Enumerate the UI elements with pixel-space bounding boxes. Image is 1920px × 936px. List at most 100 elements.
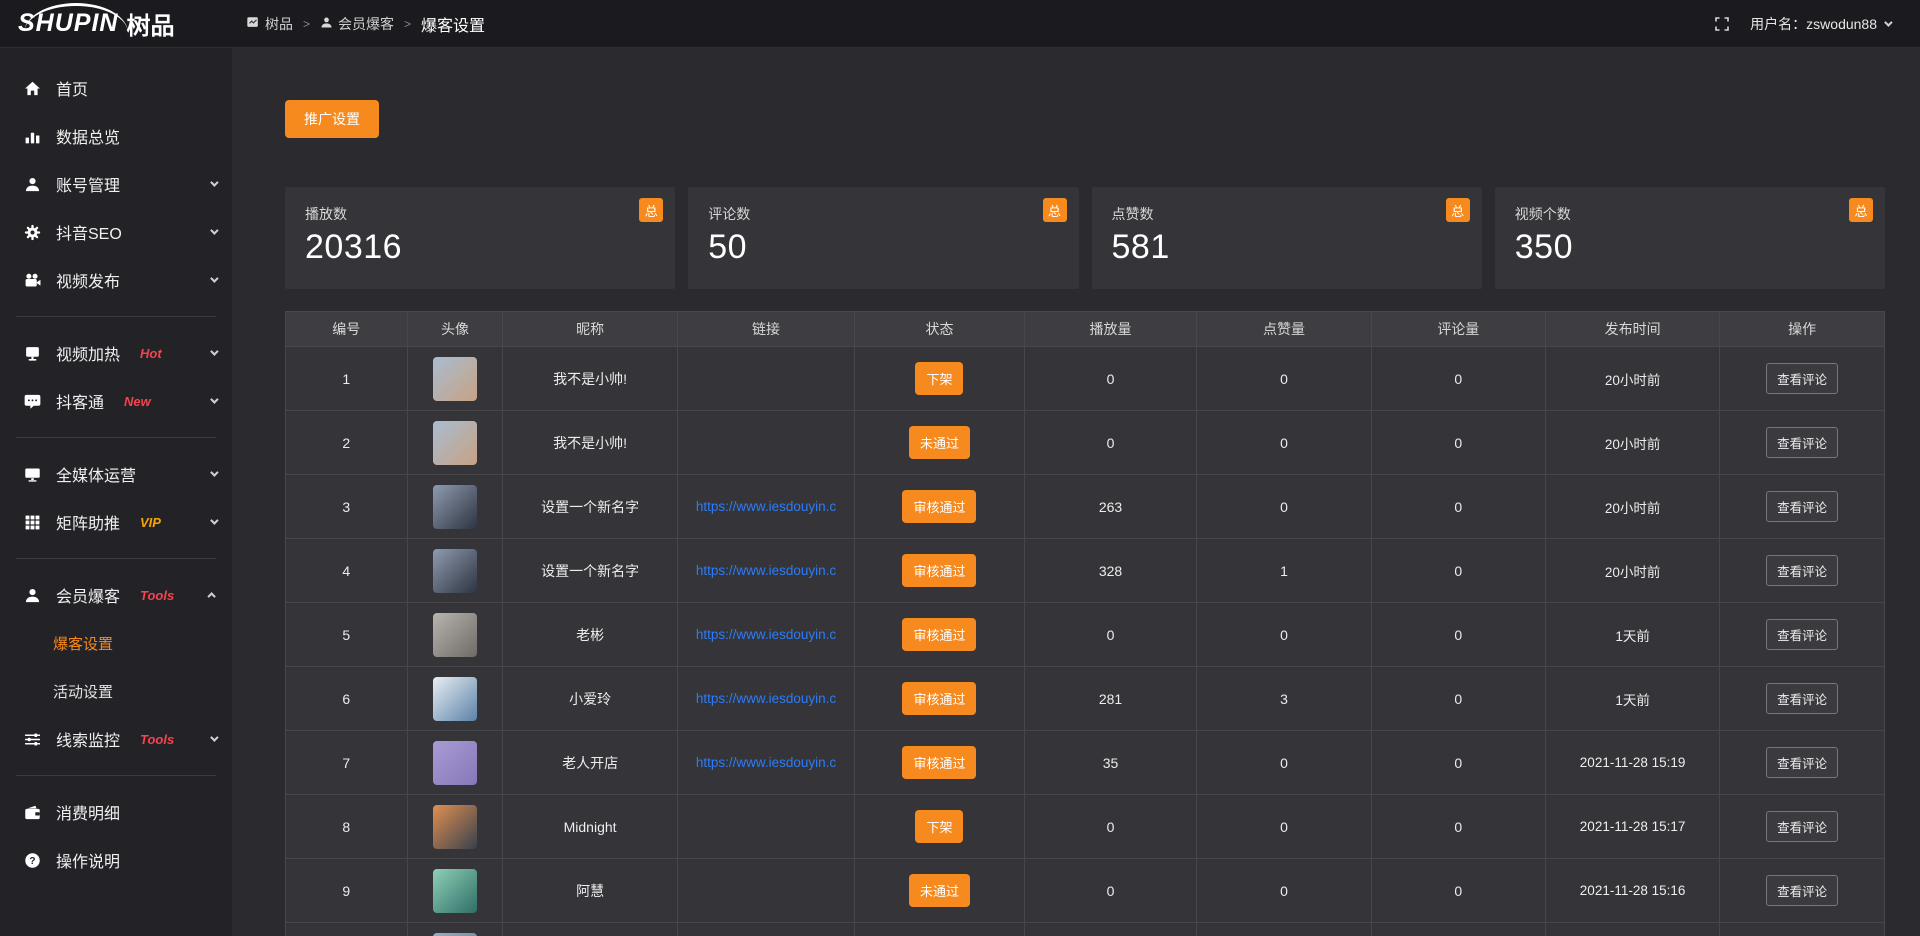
table-row: 7 老人开店 https://www.iesdouyin.c 审核通过 35 0…: [286, 731, 1885, 795]
cell-status: 未通过: [855, 411, 1024, 475]
cell-id: 5: [286, 603, 408, 667]
cell-comments: 0: [1371, 475, 1545, 539]
cell-id: 3: [286, 475, 408, 539]
cell-id: 9: [286, 859, 408, 923]
sidebar-item-label: 视频加热: [56, 341, 120, 365]
cell-avatar: [407, 411, 503, 475]
cell-status: 审核通过: [855, 539, 1024, 603]
table-header-row: 编号 头像 昵称 链接 状态 播放量 点赞量 评论量 发布时间 操作: [286, 312, 1885, 347]
sidebar-item-matrix-boost[interactable]: 矩阵助推 VIP: [0, 498, 232, 546]
sidebar-item-clue-monitoring[interactable]: 线索监控 Tools: [0, 715, 232, 763]
cell-status: 审核通过: [855, 603, 1024, 667]
username-label: 用户名：zswodun88: [1750, 14, 1877, 34]
avatar: [433, 613, 477, 657]
col-header-status: 状态: [855, 312, 1024, 347]
col-header-comments: 评论量: [1371, 312, 1545, 347]
video-link[interactable]: https://www.iesdouyin.c: [678, 499, 854, 514]
promotion-settings-button[interactable]: 推广设置: [285, 100, 379, 138]
view-comments-button[interactable]: 查看评论: [1766, 619, 1838, 650]
status-button[interactable]: 下架: [915, 810, 963, 843]
dashboard-icon: [246, 15, 260, 32]
cell-id: 1: [286, 347, 408, 411]
stat-value: 20316: [305, 228, 655, 267]
status-button[interactable]: 未通过: [909, 426, 970, 459]
breadcrumb-item-root[interactable]: 树品: [246, 14, 293, 34]
status-button[interactable]: 未通过: [909, 874, 970, 907]
total-badge: 总: [1446, 198, 1470, 222]
cell-id: 7: [286, 731, 408, 795]
chevron-down-icon: [210, 733, 218, 741]
stat-label: 点赞数: [1112, 204, 1462, 224]
cell-comments: 0: [1371, 539, 1545, 603]
sidebar-item-operation-guide[interactable]: ? 操作说明: [0, 836, 232, 884]
stat-card-likes: 点赞数 581 总: [1092, 187, 1482, 289]
table-row: [286, 923, 1885, 936]
status-button[interactable]: 审核通过: [902, 746, 976, 779]
view-comments-button[interactable]: 查看评论: [1766, 875, 1838, 906]
chevron-down-icon: [210, 178, 218, 186]
sidebar-item-omnimedia[interactable]: 全媒体运营: [0, 450, 232, 498]
sidebar-item-doukettong[interactable]: 抖客通 New: [0, 377, 232, 425]
status-button[interactable]: 审核通过: [902, 490, 976, 523]
sidebar-item-label: 视频发布: [56, 268, 120, 292]
cell-id: [286, 923, 408, 936]
sidebar-subitem-activity-settings[interactable]: 活动设置: [0, 667, 232, 715]
status-button[interactable]: 审核通过: [902, 682, 976, 715]
cell-plays: 0: [1024, 603, 1197, 667]
cell-nickname: Midnight: [503, 795, 677, 859]
view-comments-button[interactable]: 查看评论: [1766, 427, 1838, 458]
cell-plays: 0: [1024, 411, 1197, 475]
cell-nickname: 老人开店: [503, 731, 677, 795]
sidebar-item-member-baoke[interactable]: 会员爆客 Tools: [0, 571, 232, 619]
view-comments-button[interactable]: 查看评论: [1766, 363, 1838, 394]
cell-link: [677, 923, 854, 936]
cell-plays: 35: [1024, 731, 1197, 795]
sidebar-item-douyin-seo[interactable]: 抖音SEO: [0, 208, 232, 256]
hot-badge: Hot: [140, 346, 162, 361]
avatar: [433, 933, 477, 936]
sidebar-item-data-overview[interactable]: 数据总览: [0, 112, 232, 160]
cell-publish-time: 20小时前: [1545, 411, 1719, 475]
fullscreen-button[interactable]: [1714, 16, 1730, 32]
view-comments-button[interactable]: 查看评论: [1766, 811, 1838, 842]
cell-link: https://www.iesdouyin.c: [677, 731, 854, 795]
sidebar-item-video-heating[interactable]: 视频加热 Hot: [0, 329, 232, 377]
sidebar-divider: [16, 775, 216, 776]
cell-nickname: [503, 923, 677, 936]
stat-label: 评论数: [708, 204, 1058, 224]
cell-avatar: [407, 731, 503, 795]
user-menu[interactable]: 用户名：zswodun88: [1750, 14, 1890, 34]
chevron-up-icon: [207, 592, 215, 600]
sidebar-subitem-baoke-settings[interactable]: 爆客设置: [0, 619, 232, 667]
sidebar-item-spending-details[interactable]: 消费明细: [0, 788, 232, 836]
sidebar-item-home[interactable]: 首页: [0, 64, 232, 112]
view-comments-button[interactable]: 查看评论: [1766, 555, 1838, 586]
cell-likes: 3: [1197, 667, 1371, 731]
view-comments-button[interactable]: 查看评论: [1766, 491, 1838, 522]
wallet-icon: [24, 804, 41, 821]
status-button[interactable]: 下架: [915, 362, 963, 395]
app-window: SHUPIN 树品 树品 > 会员爆客 > 爆客设置: [0, 0, 1920, 936]
view-comments-button[interactable]: 查看评论: [1766, 747, 1838, 778]
sidebar-item-label: 抖客通: [56, 389, 104, 413]
status-button[interactable]: 审核通过: [902, 618, 976, 651]
col-header-avatar: 头像: [407, 312, 503, 347]
cell-comments: 0: [1371, 795, 1545, 859]
video-link[interactable]: https://www.iesdouyin.c: [678, 563, 854, 578]
question-circle-icon: ?: [24, 852, 41, 869]
breadcrumb-item-member[interactable]: 会员爆客: [320, 14, 394, 34]
cell-actions: 查看评论: [1720, 795, 1885, 859]
video-link[interactable]: https://www.iesdouyin.c: [678, 755, 854, 770]
status-button[interactable]: 审核通过: [902, 554, 976, 587]
sidebar-item-video-publish[interactable]: 视频发布: [0, 256, 232, 304]
sidebar-item-label: 首页: [56, 76, 88, 100]
video-link[interactable]: https://www.iesdouyin.c: [678, 627, 854, 642]
view-comments-button[interactable]: 查看评论: [1766, 683, 1838, 714]
cell-status: 未通过: [855, 859, 1024, 923]
cell-id: 6: [286, 667, 408, 731]
sidebar-item-account-management[interactable]: 账号管理: [0, 160, 232, 208]
grid-icon: [24, 514, 41, 531]
video-link[interactable]: https://www.iesdouyin.c: [678, 691, 854, 706]
cell-link: https://www.iesdouyin.c: [677, 539, 854, 603]
cell-id: 8: [286, 795, 408, 859]
